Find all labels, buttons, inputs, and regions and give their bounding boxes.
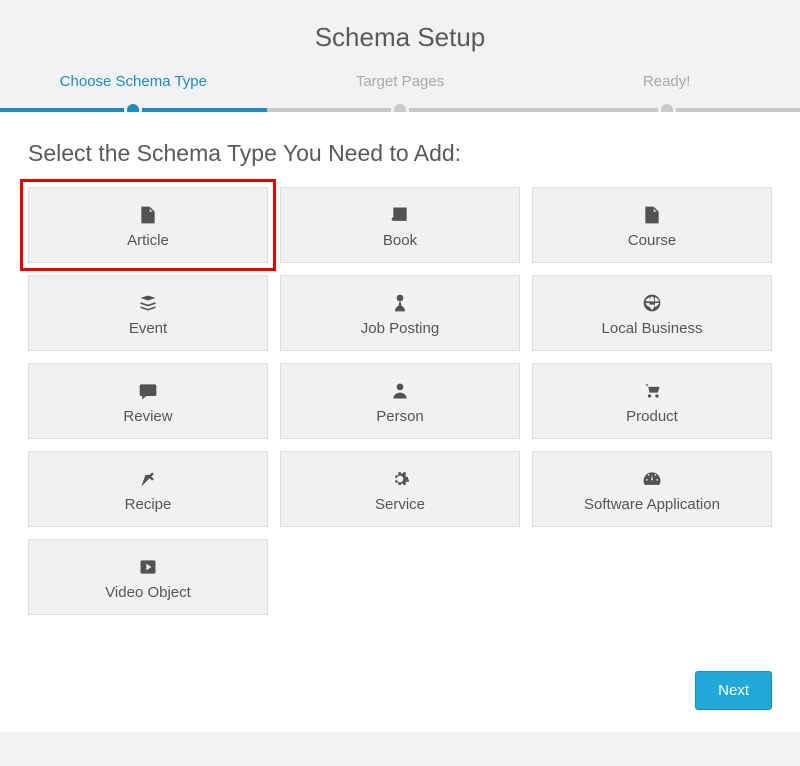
schema-grid: Article Book Course Event Job Posting Local B…: [28, 187, 772, 615]
schema-tile-software-application[interactable]: Software Application: [532, 451, 772, 527]
step-1[interactable]: Target Pages: [267, 73, 534, 112]
step-0[interactable]: Choose Schema Type: [0, 73, 267, 112]
schema-tile-service[interactable]: Service: [280, 451, 520, 527]
dashboard-icon: [642, 468, 662, 490]
comment-icon: [138, 380, 158, 402]
next-button[interactable]: Next: [695, 671, 772, 710]
gear-icon: [390, 468, 410, 490]
schema-tile-label: Course: [628, 232, 676, 249]
schema-tile-label: Article: [127, 232, 169, 249]
schema-tile-course[interactable]: Course: [532, 187, 772, 263]
schema-tile-label: Local Business: [602, 320, 703, 337]
schema-tile-label: Product: [626, 408, 678, 425]
schema-tile-label: Service: [375, 496, 425, 513]
carrot-icon: [138, 468, 158, 490]
schema-tile-label: Review: [123, 408, 172, 425]
schema-tile-book[interactable]: Book: [280, 187, 520, 263]
file-icon: [642, 204, 662, 226]
schema-tile-review[interactable]: Review: [28, 363, 268, 439]
user-tie-icon: [390, 292, 410, 314]
page-title: Schema Setup: [0, 0, 800, 73]
footer: Next: [695, 671, 772, 710]
schema-tile-job-posting[interactable]: Job Posting: [280, 275, 520, 351]
schema-tile-video-object[interactable]: Video Object: [28, 539, 268, 615]
schema-tile-local-business[interactable]: Local Business: [532, 275, 772, 351]
book-icon: [390, 204, 410, 226]
schema-tile-label: Event: [129, 320, 167, 337]
user-icon: [390, 380, 410, 402]
schema-tile-recipe[interactable]: Recipe: [28, 451, 268, 527]
play-icon: [138, 556, 158, 578]
cart-icon: [642, 380, 662, 402]
schema-tile-label: Software Application: [584, 496, 720, 513]
file-icon: [138, 204, 158, 226]
schema-tile-label: Job Posting: [361, 320, 439, 337]
schema-tile-label: Recipe: [125, 496, 172, 513]
step-2[interactable]: Ready!: [533, 73, 800, 112]
panel-heading: Select the Schema Type You Need to Add:: [28, 140, 772, 167]
schema-tile-product[interactable]: Product: [532, 363, 772, 439]
schema-tile-label: Video Object: [105, 584, 191, 601]
schema-tile-label: Book: [383, 232, 417, 249]
stepper: Choose Schema TypeTarget PagesReady!: [0, 73, 800, 112]
stack-icon: [138, 292, 158, 314]
schema-tile-event[interactable]: Event: [28, 275, 268, 351]
schema-tile-label: Person: [376, 408, 424, 425]
schema-tile-article[interactable]: Article: [28, 187, 268, 263]
schema-tile-person[interactable]: Person: [280, 363, 520, 439]
globe-icon: [642, 292, 662, 314]
main-panel: Select the Schema Type You Need to Add: …: [0, 112, 800, 732]
